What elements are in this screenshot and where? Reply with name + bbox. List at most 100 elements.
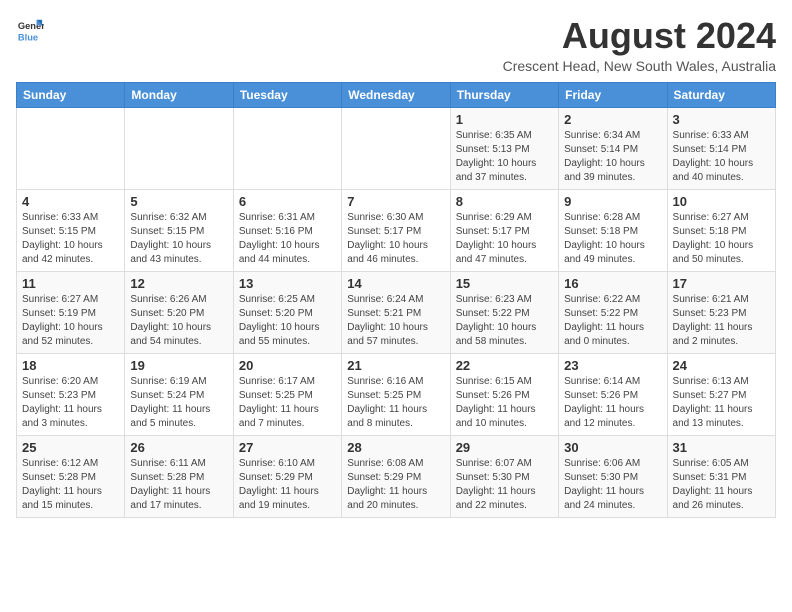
header-saturday: Saturday	[667, 82, 775, 107]
header-wednesday: Wednesday	[342, 82, 450, 107]
day-info: Sunrise: 6:34 AM Sunset: 5:14 PM Dayligh…	[564, 129, 661, 185]
svg-text:Blue: Blue	[18, 32, 38, 42]
day-info: Sunrise: 6:08 AM Sunset: 5:29 PM Dayligh…	[347, 457, 444, 513]
day-number: 22	[456, 358, 553, 373]
header-tuesday: Tuesday	[233, 82, 341, 107]
table-row: 11Sunrise: 6:27 AM Sunset: 5:19 PM Dayli…	[17, 271, 125, 353]
day-info: Sunrise: 6:06 AM Sunset: 5:30 PM Dayligh…	[564, 457, 661, 513]
day-info: Sunrise: 6:28 AM Sunset: 5:18 PM Dayligh…	[564, 211, 661, 267]
table-row: 5Sunrise: 6:32 AM Sunset: 5:15 PM Daylig…	[125, 189, 233, 271]
day-info: Sunrise: 6:14 AM Sunset: 5:26 PM Dayligh…	[564, 375, 661, 431]
table-row	[233, 107, 341, 189]
day-info: Sunrise: 6:19 AM Sunset: 5:24 PM Dayligh…	[130, 375, 227, 431]
table-row: 15Sunrise: 6:23 AM Sunset: 5:22 PM Dayli…	[450, 271, 558, 353]
week-row-1: 4Sunrise: 6:33 AM Sunset: 5:15 PM Daylig…	[17, 189, 776, 271]
day-number: 5	[130, 194, 227, 209]
day-number: 19	[130, 358, 227, 373]
day-number: 15	[456, 276, 553, 291]
day-number: 4	[22, 194, 119, 209]
week-row-2: 11Sunrise: 6:27 AM Sunset: 5:19 PM Dayli…	[17, 271, 776, 353]
table-row: 24 Sunrise: 6:13 AM Sunset: 5:27 PM Dayli…	[667, 353, 775, 435]
table-row: 31Sunrise: 6:05 AM Sunset: 5:31 PM Dayli…	[667, 435, 775, 517]
day-number: 27	[239, 440, 336, 455]
title-section: August 2024 Crescent Head, New South Wal…	[503, 16, 776, 74]
weekday-header-row: Sunday Monday Tuesday Wednesday Thursday…	[17, 82, 776, 107]
day-info: Sunrise: 6:11 AM Sunset: 5:28 PM Dayligh…	[130, 457, 227, 513]
table-row: 23 Sunrise: 6:14 AM Sunset: 5:26 PM Dayli…	[559, 353, 667, 435]
day-number: 26	[130, 440, 227, 455]
day-info: Sunrise: 6:13 AM Sunset: 5:27 PM Dayligh…	[673, 375, 770, 431]
day-info: Sunrise: 6:30 AM Sunset: 5:17 PM Dayligh…	[347, 211, 444, 267]
table-row	[342, 107, 450, 189]
table-row: 30 Sunrise: 6:06 AM Sunset: 5:30 PM Dayli…	[559, 435, 667, 517]
day-number: 6	[239, 194, 336, 209]
day-number: 29	[456, 440, 553, 455]
table-row: 10 Sunrise: 6:27 AM Sunset: 5:18 PM Dayli…	[667, 189, 775, 271]
day-info: Sunrise: 6:15 AM Sunset: 5:26 PM Dayligh…	[456, 375, 553, 431]
table-row: 16Sunrise: 6:22 AM Sunset: 5:22 PM Dayli…	[559, 271, 667, 353]
day-number: 31	[673, 440, 770, 455]
table-row: 3 Sunrise: 6:33 AM Sunset: 5:14 PM Daylig…	[667, 107, 775, 189]
table-row: 1 Sunrise: 6:35 AM Sunset: 5:13 PM Daylig…	[450, 107, 558, 189]
header-friday: Friday	[559, 82, 667, 107]
table-row: 25Sunrise: 6:12 AM Sunset: 5:28 PM Dayli…	[17, 435, 125, 517]
table-row: 13 Sunrise: 6:25 AM Sunset: 5:20 PM Dayli…	[233, 271, 341, 353]
day-number: 21	[347, 358, 444, 373]
week-row-4: 25Sunrise: 6:12 AM Sunset: 5:28 PM Dayli…	[17, 435, 776, 517]
header-sunday: Sunday	[17, 82, 125, 107]
day-info: Sunrise: 6:33 AM Sunset: 5:14 PM Dayligh…	[673, 129, 770, 185]
day-info: Sunrise: 6:35 AM Sunset: 5:13 PM Dayligh…	[456, 129, 553, 185]
day-number: 23	[564, 358, 661, 373]
calendar-table: Sunday Monday Tuesday Wednesday Thursday…	[16, 82, 776, 518]
table-row: 17Sunrise: 6:21 AM Sunset: 5:23 PM Dayli…	[667, 271, 775, 353]
day-number: 13	[239, 276, 336, 291]
day-info: Sunrise: 6:17 AM Sunset: 5:25 PM Dayligh…	[239, 375, 336, 431]
table-row: 12 Sunrise: 6:26 AM Sunset: 5:20 PM Dayli…	[125, 271, 233, 353]
table-row: 28 Sunrise: 6:08 AM Sunset: 5:29 PM Dayli…	[342, 435, 450, 517]
day-number: 20	[239, 358, 336, 373]
table-row: 22 Sunrise: 6:15 AM Sunset: 5:26 PM Dayli…	[450, 353, 558, 435]
day-info: Sunrise: 6:12 AM Sunset: 5:28 PM Dayligh…	[22, 457, 119, 513]
table-row: 14 Sunrise: 6:24 AM Sunset: 5:21 PM Dayli…	[342, 271, 450, 353]
logo: General Blue	[16, 16, 44, 44]
day-number: 12	[130, 276, 227, 291]
table-row: 4Sunrise: 6:33 AM Sunset: 5:15 PM Daylig…	[17, 189, 125, 271]
day-number: 1	[456, 112, 553, 127]
table-row: 19 Sunrise: 6:19 AM Sunset: 5:24 PM Dayli…	[125, 353, 233, 435]
day-number: 2	[564, 112, 661, 127]
day-number: 11	[22, 276, 119, 291]
day-number: 9	[564, 194, 661, 209]
table-row: 27 Sunrise: 6:10 AM Sunset: 5:29 PM Dayli…	[233, 435, 341, 517]
day-info: Sunrise: 6:07 AM Sunset: 5:30 PM Dayligh…	[456, 457, 553, 513]
table-row: 26 Sunrise: 6:11 AM Sunset: 5:28 PM Dayli…	[125, 435, 233, 517]
day-info: Sunrise: 6:16 AM Sunset: 5:25 PM Dayligh…	[347, 375, 444, 431]
header: General Blue August 2024 Crescent Head, …	[16, 16, 776, 74]
calendar-title: August 2024	[503, 16, 776, 56]
table-row: 29 Sunrise: 6:07 AM Sunset: 5:30 PM Dayli…	[450, 435, 558, 517]
table-row: 20 Sunrise: 6:17 AM Sunset: 5:25 PM Dayli…	[233, 353, 341, 435]
day-number: 14	[347, 276, 444, 291]
day-number: 3	[673, 112, 770, 127]
table-row: 18Sunrise: 6:20 AM Sunset: 5:23 PM Dayli…	[17, 353, 125, 435]
day-number: 28	[347, 440, 444, 455]
table-row	[125, 107, 233, 189]
day-info: Sunrise: 6:29 AM Sunset: 5:17 PM Dayligh…	[456, 211, 553, 267]
table-row: 9 Sunrise: 6:28 AM Sunset: 5:18 PM Daylig…	[559, 189, 667, 271]
table-row: 2 Sunrise: 6:34 AM Sunset: 5:14 PM Daylig…	[559, 107, 667, 189]
week-row-0: 1 Sunrise: 6:35 AM Sunset: 5:13 PM Daylig…	[17, 107, 776, 189]
header-thursday: Thursday	[450, 82, 558, 107]
day-info: Sunrise: 6:31 AM Sunset: 5:16 PM Dayligh…	[239, 211, 336, 267]
table-row: 8Sunrise: 6:29 AM Sunset: 5:17 PM Daylig…	[450, 189, 558, 271]
day-number: 10	[673, 194, 770, 209]
table-row: 6 Sunrise: 6:31 AM Sunset: 5:16 PM Daylig…	[233, 189, 341, 271]
day-info: Sunrise: 6:27 AM Sunset: 5:18 PM Dayligh…	[673, 211, 770, 267]
day-info: Sunrise: 6:26 AM Sunset: 5:20 PM Dayligh…	[130, 293, 227, 349]
day-info: Sunrise: 6:25 AM Sunset: 5:20 PM Dayligh…	[239, 293, 336, 349]
logo-icon: General Blue	[16, 16, 44, 44]
day-number: 30	[564, 440, 661, 455]
day-info: Sunrise: 6:10 AM Sunset: 5:29 PM Dayligh…	[239, 457, 336, 513]
day-info: Sunrise: 6:24 AM Sunset: 5:21 PM Dayligh…	[347, 293, 444, 349]
day-number: 16	[564, 276, 661, 291]
calendar-subtitle: Crescent Head, New South Wales, Australi…	[503, 58, 776, 74]
day-number: 24	[673, 358, 770, 373]
